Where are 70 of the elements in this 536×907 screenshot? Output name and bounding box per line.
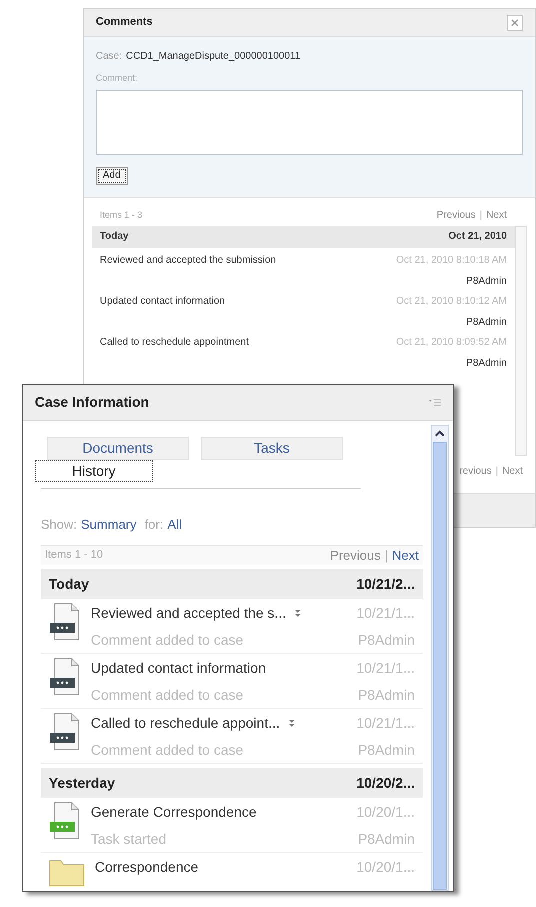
previous-link[interactable]: Previous [330, 546, 381, 565]
group-label: Yesterday [49, 774, 116, 793]
tab[interactable]: Documents [47, 437, 189, 460]
close-button[interactable] [507, 14, 523, 30]
history-date: 10/20/1... [356, 803, 415, 822]
tab[interactable]: Tasks [201, 437, 343, 460]
panel-title: Comments [96, 15, 153, 30]
comment-document-icon [49, 658, 81, 696]
next-link[interactable]: Next [392, 546, 419, 565]
all-link[interactable]: All [168, 515, 182, 534]
group-label: Today [100, 230, 129, 244]
next-link[interactable]: Next [502, 464, 523, 478]
history-date: 10/21/1... [356, 714, 415, 733]
comment-document-icon [49, 713, 81, 751]
items-range: Items 1 - 3 [100, 208, 143, 222]
group-date: 10/21/2... [356, 574, 415, 594]
for-label: for: [144, 516, 164, 534]
history-title: Generate Correspondence [91, 803, 257, 822]
case-value: CCD1_ManageDispute_000000100011 [126, 50, 301, 64]
panel-title: Case Information [35, 393, 150, 412]
menu-icon[interactable] [429, 398, 441, 406]
history-date: 10/20/1... [356, 858, 415, 877]
history-user: P8Admin [358, 830, 415, 849]
history-date: 10/21/1... [356, 604, 415, 623]
comment-user: P8Admin [466, 316, 507, 330]
comment-user: P8Admin [466, 274, 507, 288]
scrollbar-thumb[interactable] [433, 442, 447, 890]
pager-separator: | [480, 209, 482, 223]
history-user: P8Admin [358, 686, 415, 705]
close-icon [511, 18, 519, 26]
previous-link[interactable]: revious [460, 464, 492, 478]
case-label: Case: [96, 50, 122, 64]
summary-link[interactable]: Summary [81, 515, 137, 534]
comment-document-icon [49, 603, 81, 641]
group-label: Today [49, 574, 90, 594]
add-button[interactable]: Add [96, 166, 128, 184]
comment-field[interactable] [96, 90, 523, 154]
comment-text: Reviewed and accepted the submission [100, 254, 276, 268]
comment-label: Comment: [96, 72, 139, 85]
history-user: P8Admin [358, 631, 415, 650]
next-link[interactable]: Next [486, 208, 507, 223]
tab[interactable]: History [35, 460, 153, 482]
pager-separator: | [384, 546, 388, 565]
pager-separator: | [496, 464, 498, 478]
history-title: Correspondence [95, 858, 199, 877]
comment-time: Oct 21, 2010 8:10:12 AM [396, 294, 507, 308]
history-title: Called to reschedule appoint... [91, 714, 280, 733]
items-range: Items 1 - 10 [45, 548, 104, 563]
history-subtitle: Comment added to case [91, 686, 244, 705]
expand-icon[interactable] [288, 718, 296, 728]
comment-text: Updated contact information [100, 294, 226, 308]
comment-text: Called to reschedule appointment [100, 336, 249, 350]
group-date: Oct 21, 2010 [448, 230, 507, 244]
scrollbar[interactable] [431, 425, 449, 891]
history-subtitle: Comment added to case [91, 741, 244, 760]
history-title: Reviewed and accepted the s... [91, 604, 286, 623]
scrollbar[interactable] [515, 226, 527, 456]
expand-icon[interactable] [294, 608, 302, 618]
history-user: P8Admin [358, 741, 415, 760]
task-document-icon [49, 802, 81, 840]
group-date: 10/20/2... [356, 774, 415, 792]
history-subtitle: Task started [91, 830, 166, 849]
comment-time: Oct 21, 2010 8:10:18 AM [396, 254, 507, 268]
comment-user: P8Admin [466, 356, 507, 370]
show-label: Show: [41, 516, 78, 534]
comment-time: Oct 21, 2010 8:09:52 AM [396, 336, 507, 350]
history-subtitle: Comment added to case [91, 631, 244, 650]
history-title: Updated contact information [91, 659, 266, 678]
previous-link[interactable]: Previous [436, 208, 476, 223]
history-date: 10/21/1... [356, 659, 415, 678]
